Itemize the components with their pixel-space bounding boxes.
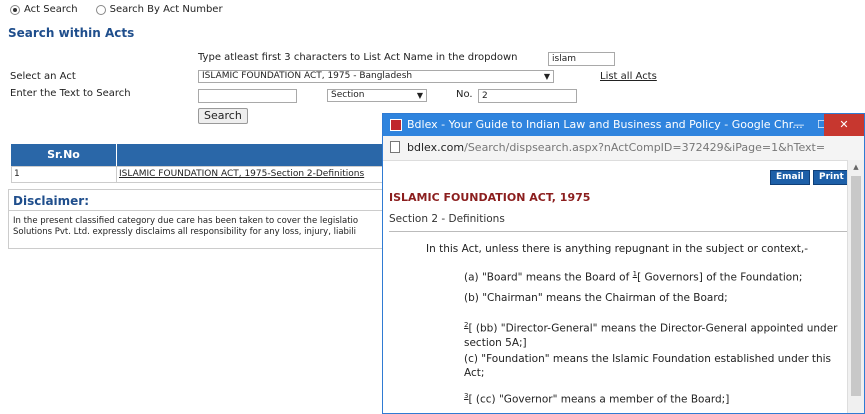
search-by-act-number-label: Search By Act Number bbox=[109, 4, 223, 15]
definition-bb: 2[ (bb) "Director-General" means the Dir… bbox=[464, 318, 837, 350]
divider bbox=[389, 231, 847, 232]
row-srno: 1 bbox=[14, 169, 20, 179]
result-link[interactable]: ISLAMIC FOUNDATION ACT, 1975-Section 2-D… bbox=[119, 169, 364, 179]
section-select[interactable]: Section ▼ bbox=[327, 89, 427, 102]
disclaimer-title: Disclaimer: bbox=[13, 194, 90, 208]
email-button[interactable]: Email bbox=[770, 170, 810, 185]
disclaimer-line: In the present classified category due c… bbox=[13, 216, 359, 226]
dropdown-arrow-icon: ▼ bbox=[416, 91, 423, 100]
scroll-thumb[interactable] bbox=[851, 176, 861, 396]
page-heading: Search within Acts bbox=[8, 26, 135, 40]
popup-content: Email Print ISLAMIC FOUNDATION ACT, 1975… bbox=[383, 160, 850, 413]
disclaimer-box: Disclaimer: In the present classified ca… bbox=[8, 189, 388, 249]
definition-cc: 3[ (cc) "Governor" means a member of the… bbox=[464, 389, 729, 407]
dropdown-arrow-icon: ▼ bbox=[543, 72, 550, 81]
section-number-input[interactable]: 2 bbox=[478, 89, 577, 103]
definition-b: (b) "Chairman" means the Chairman of the… bbox=[464, 292, 728, 304]
act-search-radio[interactable]: Act Search bbox=[10, 4, 78, 15]
definition-c: (c) "Foundation" means the Islamic Found… bbox=[464, 352, 831, 380]
disclaimer-line: Solutions Pvt. Ltd. expressly disclaims … bbox=[13, 227, 357, 237]
definition-a: (a) "Board" means the Board of 1[ Govern… bbox=[464, 267, 802, 285]
address-bar[interactable]: bdlex.com/Search/dispsearch.aspx?nActCom… bbox=[383, 136, 864, 161]
definition-bb-line1: [ (bb) "Director-General" means the Dire… bbox=[468, 322, 838, 335]
text-search-input[interactable] bbox=[198, 89, 297, 103]
column-divider bbox=[116, 167, 117, 182]
definition-cc-text: [ (cc) "Governor" means a member of the … bbox=[468, 393, 730, 406]
disclaimer-text: In the present classified category due c… bbox=[13, 216, 358, 238]
search-by-act-number-radio[interactable]: Search By Act Number bbox=[95, 4, 223, 15]
vertical-scrollbar[interactable]: ▲ bbox=[847, 160, 864, 413]
search-button[interactable]: Search bbox=[198, 108, 248, 124]
popup-window: Bdlex - Your Guide to Indian Law and Bus… bbox=[382, 113, 865, 414]
list-all-acts-link[interactable]: List all Acts bbox=[600, 71, 657, 82]
dropdown-hint: Type atleast first 3 characters to List … bbox=[198, 52, 518, 63]
print-button[interactable]: Print bbox=[813, 170, 850, 185]
radio-selected-icon bbox=[10, 4, 20, 15]
section-heading: Section 2 - Definitions bbox=[389, 213, 505, 225]
site-favicon-icon bbox=[390, 119, 402, 131]
srno-column-header: Sr.No bbox=[11, 144, 117, 166]
act-select[interactable]: ISLAMIC FOUNDATION ACT, 1975 - Banglades… bbox=[198, 70, 554, 83]
scroll-up-icon[interactable]: ▲ bbox=[848, 160, 864, 174]
close-icon[interactable]: ✕ bbox=[824, 114, 864, 136]
text-search-label: Enter the Text to Search bbox=[10, 88, 131, 99]
radio-unselected-icon bbox=[95, 4, 106, 15]
search-mode-group: Act Search Search By Act Number bbox=[10, 4, 223, 15]
url-path: /Search/dispsearch.aspx?nActCompID=37242… bbox=[464, 141, 826, 154]
act-title: ISLAMIC FOUNDATION ACT, 1975 bbox=[389, 191, 591, 204]
definition-c-line1: (c) "Foundation" means the Islamic Found… bbox=[464, 353, 832, 365]
definition-c-line2: Act; bbox=[464, 367, 485, 379]
url-host: bdlex.com bbox=[407, 141, 465, 154]
table-row: 1 ISLAMIC FOUNDATION ACT, 1975-Section 2… bbox=[11, 166, 383, 183]
page-icon bbox=[390, 141, 400, 153]
definition-bb-line2: section 5A;] bbox=[464, 336, 527, 349]
act-name-filter-input[interactable]: islam bbox=[548, 52, 615, 66]
window-titlebar[interactable]: Bdlex - Your Guide to Indian Law and Bus… bbox=[383, 114, 864, 136]
act-select-value: ISLAMIC FOUNDATION ACT, 1975 - Banglades… bbox=[202, 71, 413, 81]
window-title: Bdlex - Your Guide to Indian Law and Bus… bbox=[407, 118, 803, 131]
results-table-header: Sr.No bbox=[11, 144, 383, 166]
divider bbox=[9, 210, 387, 211]
intro-paragraph: In this Act, unless there is anything re… bbox=[426, 243, 808, 255]
url-text[interactable]: bdlex.com/Search/dispsearch.aspx?nActCom… bbox=[407, 141, 825, 154]
select-act-label: Select an Act bbox=[10, 71, 76, 82]
act-search-label: Act Search bbox=[24, 4, 78, 15]
section-select-value: Section bbox=[331, 90, 365, 100]
no-label: No. bbox=[456, 89, 473, 100]
definition-a-post: [ Governors] of the Foundation; bbox=[637, 271, 803, 284]
definition-a-pre: (a) "Board" means the Board of bbox=[464, 271, 633, 284]
